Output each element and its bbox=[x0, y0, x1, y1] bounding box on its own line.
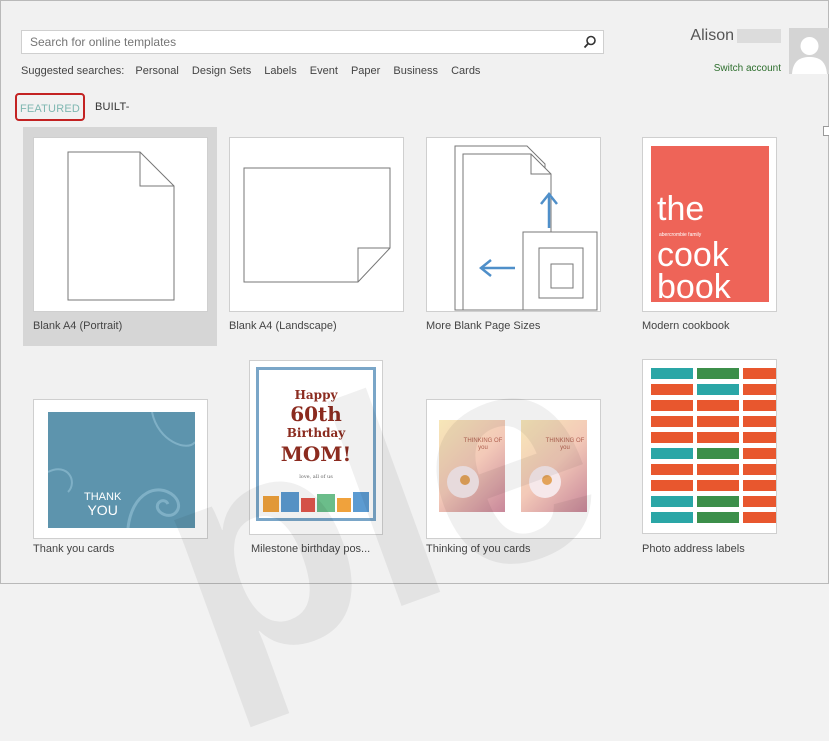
template-photo-address-labels[interactable]: Photo address labels bbox=[632, 351, 792, 563]
user-name: Alison bbox=[651, 27, 781, 45]
template-milestone-birthday-poster[interactable]: Happy 60th Birthday MOM! love, all of us… bbox=[241, 353, 401, 563]
birthday-small-text: love, all of us bbox=[299, 474, 333, 480]
label-row bbox=[651, 432, 776, 443]
tab-featured[interactable]: FEATURED bbox=[15, 93, 85, 121]
template-thumbnail: THINKING OF you THINKING OF you bbox=[426, 399, 601, 539]
birthday-60th: 60th bbox=[290, 402, 342, 426]
template-modern-cookbook[interactable]: the abercrombie family cook book Modern … bbox=[632, 127, 792, 346]
thank-you-card-art: THANK YOU bbox=[48, 412, 195, 528]
page-sizes-icon bbox=[454, 145, 598, 311]
template-label: Thinking of you cards bbox=[426, 543, 531, 555]
suggested-link-personal[interactable]: Personal bbox=[135, 65, 178, 77]
template-label: Milestone birthday pos... bbox=[251, 543, 371, 555]
label-row bbox=[651, 384, 776, 395]
label-row bbox=[651, 368, 776, 379]
label-row bbox=[651, 512, 776, 523]
search-icon[interactable] bbox=[583, 35, 597, 49]
blank-landscape-page-icon bbox=[243, 167, 391, 283]
template-label: Thank you cards bbox=[33, 543, 115, 555]
label-row bbox=[651, 464, 776, 475]
vertical-scrollbar[interactable] bbox=[823, 126, 829, 583]
suggested-link-event[interactable]: Event bbox=[310, 65, 338, 77]
template-label: Blank A4 (Landscape) bbox=[229, 320, 337, 332]
template-thumbnail: the abercrombie family cook book bbox=[642, 137, 777, 312]
template-thinking-of-you-cards[interactable]: THINKING OF you THINKING OF you Thinking… bbox=[416, 363, 610, 563]
gift-boxes-icon bbox=[263, 492, 369, 512]
swirl-decoration-icon bbox=[48, 412, 195, 528]
avatar[interactable] bbox=[789, 28, 829, 74]
birthday-happy: Happy bbox=[294, 388, 338, 402]
label-row bbox=[651, 400, 776, 411]
template-label: Modern cookbook bbox=[642, 320, 730, 332]
template-blank-a4-landscape[interactable]: Blank A4 (Landscape) bbox=[219, 127, 413, 346]
template-blank-a4-portrait[interactable]: Blank A4 (Portrait) bbox=[23, 127, 217, 346]
suggested-searches: Suggested searches: Personal Design Sets… bbox=[21, 65, 490, 77]
template-thumbnail bbox=[426, 137, 601, 312]
suggested-link-labels[interactable]: Labels bbox=[264, 65, 296, 77]
suggested-link-cards[interactable]: Cards bbox=[451, 65, 480, 77]
cookbook-title-book: book bbox=[657, 268, 731, 302]
suggested-link-business[interactable]: Business bbox=[393, 65, 438, 77]
suggested-link-design-sets[interactable]: Design Sets bbox=[192, 65, 251, 77]
switch-account-link[interactable]: Switch account bbox=[691, 63, 781, 74]
search-box[interactable] bbox=[21, 30, 604, 54]
suggested-link-paper[interactable]: Paper bbox=[351, 65, 380, 77]
thinking-card-right: THINKING OF you bbox=[521, 420, 587, 512]
label-row bbox=[651, 496, 776, 507]
thank-you-line2: YOU bbox=[87, 502, 118, 518]
label-row bbox=[651, 416, 776, 427]
template-thumbnail bbox=[229, 137, 404, 312]
flower-icon bbox=[529, 466, 561, 498]
tab-built-in[interactable]: BUILT-IN bbox=[95, 93, 130, 141]
template-more-blank-page-sizes[interactable]: More Blank Page Sizes bbox=[416, 127, 610, 346]
thank-you-text: THANK YOU bbox=[84, 492, 121, 518]
template-label: Photo address labels bbox=[642, 543, 745, 555]
search-input[interactable] bbox=[22, 31, 578, 53]
user-name-text: Alison bbox=[690, 27, 734, 44]
blank-portrait-page-icon bbox=[67, 151, 175, 301]
suggested-searches-label: Suggested searches: bbox=[21, 65, 125, 77]
cookbook-cover: the abercrombie family cook book bbox=[651, 146, 769, 302]
redacted-surname bbox=[737, 28, 781, 43]
cookbook-title-the: the bbox=[657, 190, 705, 228]
birthday-poster-art: Happy 60th Birthday MOM! love, all of us bbox=[256, 367, 376, 521]
flower-icon bbox=[447, 466, 479, 498]
birthday-mom: MOM! bbox=[280, 442, 352, 466]
template-thumbnail bbox=[642, 359, 777, 534]
user-silhouette-icon bbox=[792, 37, 827, 74]
start-screen: Suggested searches: Personal Design Sets… bbox=[0, 0, 829, 736]
label-row bbox=[651, 448, 776, 459]
cookbook-title-cook: cook bbox=[657, 236, 729, 274]
template-thumbnail bbox=[33, 137, 208, 312]
template-thank-you-cards[interactable]: THANK YOU Thank you cards bbox=[23, 363, 217, 563]
template-label: More Blank Page Sizes bbox=[426, 320, 541, 332]
template-thumbnail: THANK YOU bbox=[33, 399, 208, 539]
birthday-birthday: Birthday bbox=[286, 426, 346, 440]
scrollbar-thumb[interactable] bbox=[823, 126, 829, 136]
template-label: Blank A4 (Portrait) bbox=[33, 320, 123, 332]
thinking-card-left: THINKING OF you bbox=[439, 420, 505, 512]
label-row bbox=[651, 480, 776, 491]
template-thumbnail: Happy 60th Birthday MOM! love, all of us bbox=[249, 360, 383, 535]
